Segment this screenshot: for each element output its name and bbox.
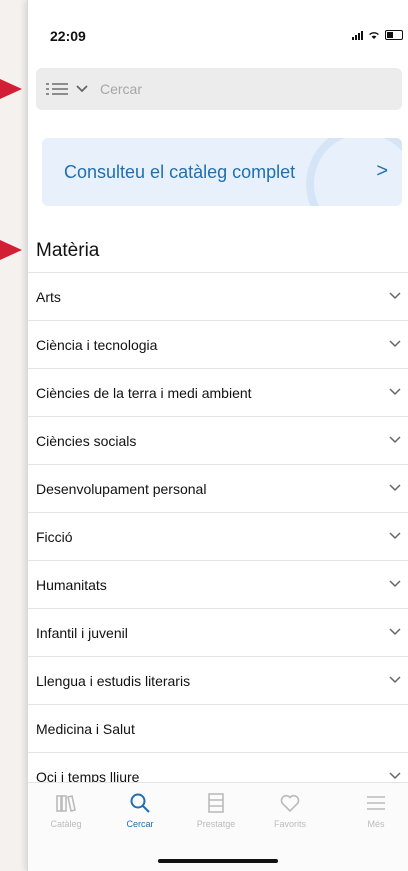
chevron-down-icon [389, 383, 401, 399]
search-input[interactable]: Cercar [100, 81, 142, 97]
list-item-label: Arts [36, 288, 61, 305]
chevron-down-icon [389, 575, 401, 591]
wifi-icon [368, 30, 380, 40]
chevron-down-icon [389, 671, 401, 687]
list-view-icon[interactable] [46, 81, 68, 97]
tab-bar: Catàleg Cercar Prestatge Favorits Més [28, 782, 408, 871]
tab-label: Prestatge [196, 819, 236, 829]
tab-label: Catàleg [50, 819, 82, 829]
tab-label: Més [367, 819, 385, 829]
list-item-label: Ciència i tecnologia [36, 336, 158, 353]
list-item[interactable]: Llengua i estudis literaris [28, 656, 408, 704]
battery-icon [385, 30, 403, 40]
list-item-label: Ciències de la terra i medi ambient [36, 384, 252, 401]
chevron-down-icon[interactable] [76, 82, 88, 96]
list-item-label: Desenvolupament personal [36, 480, 207, 497]
tab-5[interactable]: Més [344, 789, 408, 829]
chevron-right-icon: > [376, 160, 388, 182]
heart-icon [258, 789, 322, 817]
list-item-label: Medicina i Salut [36, 720, 135, 737]
subject-list: Arts Ciència i tecnologia Ciències de la t… [28, 272, 408, 800]
status-icons [352, 30, 403, 40]
list-item[interactable]: Desenvolupament personal [28, 464, 408, 512]
list-item[interactable]: Ciències socials [28, 416, 408, 464]
tab-label: Cercar [126, 819, 154, 829]
annotation-arrow-section [0, 240, 22, 260]
list-item[interactable]: Ficció [28, 512, 408, 560]
chevron-down-icon [389, 335, 401, 351]
search-icon [108, 789, 172, 817]
home-indicator [158, 859, 278, 863]
phone-screen: 22:09 Cercar Consulteu el catàleg comple… [27, 0, 408, 871]
tab-label: Favorits [273, 819, 306, 829]
shelf-icon [184, 789, 248, 817]
library-icon [34, 789, 98, 817]
search-bar[interactable]: Cercar [36, 68, 402, 110]
list-item[interactable]: Ciències de la terra i medi ambient [28, 368, 408, 416]
list-item[interactable]: Ciència i tecnologia [28, 320, 408, 368]
chevron-down-icon [389, 623, 401, 639]
chevron-down-icon [389, 287, 401, 303]
chevron-down-icon [389, 527, 401, 543]
list-item-label: Infantil i juvenil [36, 624, 128, 641]
tab-4[interactable]: Favorits [258, 789, 322, 829]
chevron-down-icon [389, 767, 401, 783]
status-bar: 22:09 [28, 0, 408, 60]
chevron-down-icon [389, 431, 401, 447]
list-item-label: Llengua i estudis literaris [36, 672, 191, 689]
list-item[interactable]: Medicina i Salut [28, 704, 408, 752]
list-item[interactable]: Infantil i juvenil [28, 608, 408, 656]
list-item-label: Ficció [36, 528, 73, 545]
banner-label: Consulteu el catàleg complet [64, 162, 296, 182]
list-item-label: Humanitats [36, 576, 107, 593]
section-title: Matèria [36, 240, 100, 261]
list-item-label: Ciències socials [36, 432, 137, 449]
tab-2[interactable]: Cercar [108, 789, 172, 829]
menu-icon [344, 789, 408, 817]
status-time: 22:09 [50, 28, 86, 44]
tab-1[interactable]: Catàleg [34, 789, 98, 829]
catalog-banner[interactable]: Consulteu el catàleg complet > [42, 138, 402, 206]
signal-icon [352, 30, 363, 40]
tab-3[interactable]: Prestatge [184, 789, 248, 829]
list-item[interactable]: Arts [28, 272, 408, 320]
chevron-down-icon [389, 479, 401, 495]
list-item[interactable]: Humanitats [28, 560, 408, 608]
annotation-arrow-search [0, 79, 22, 99]
